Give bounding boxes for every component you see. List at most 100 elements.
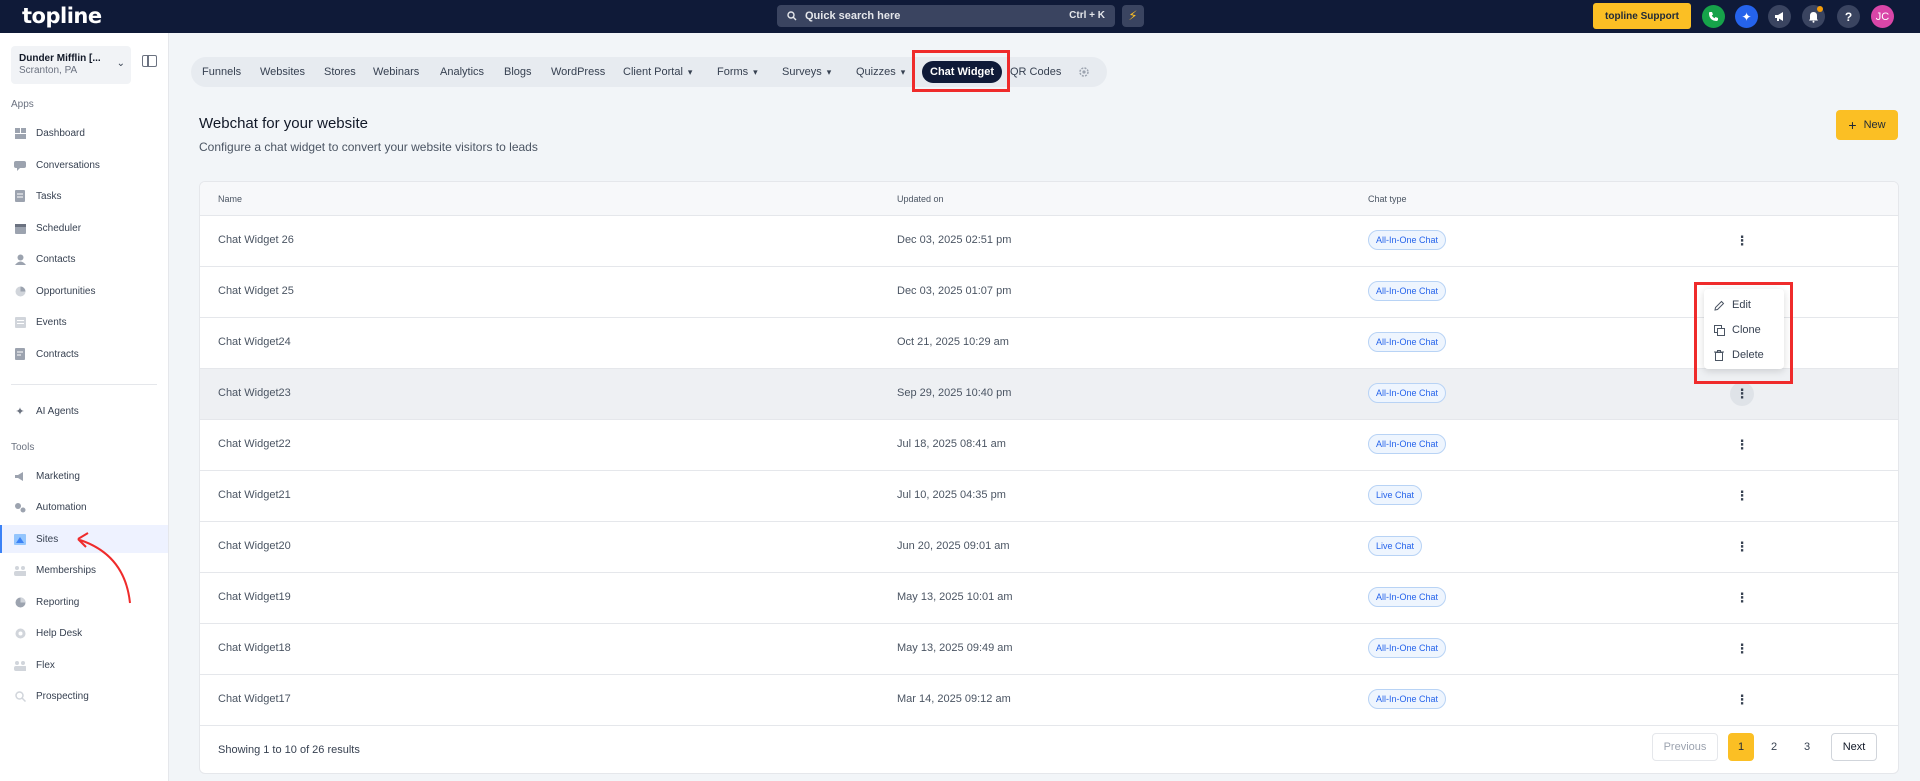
more-options-icon[interactable]: ⋮ (1730, 637, 1754, 661)
tab-client-portal[interactable]: Client Portal ▾ (623, 57, 692, 87)
row-name[interactable]: Chat Widget 25 (218, 285, 294, 297)
page-button-3[interactable]: 3 (1794, 733, 1820, 761)
memberships-icon (14, 564, 26, 576)
row-name[interactable]: Chat Widget23 (218, 387, 291, 399)
sidebar-item-label: Dashboard (36, 127, 85, 139)
table-row[interactable]: Chat Widget21 Jul 10, 2025 04:35 pm Live… (200, 471, 1898, 522)
tab-forms[interactable]: Forms ▾ (717, 57, 758, 87)
sidebar-item-dashboard[interactable]: Dashboard (0, 119, 168, 147)
more-options-icon[interactable]: ⋮ (1730, 535, 1754, 559)
table-row[interactable]: Chat Widget19 May 13, 2025 10:01 am All-… (200, 573, 1898, 624)
tab-quizzes[interactable]: Quizzes ▾ (856, 57, 905, 87)
sidebar-item-prospecting[interactable]: Prospecting (0, 682, 168, 710)
table-row[interactable]: Chat Widget23 Sep 29, 2025 10:40 pm All-… (200, 369, 1898, 420)
lightning-icon[interactable]: ⚡ (1122, 5, 1144, 27)
new-chat-widget-button[interactable]: + New (1836, 110, 1898, 140)
sidebar-item-ai-agents[interactable]: ✦ AI Agents (0, 397, 168, 425)
sidebar-item-label: Events (36, 316, 67, 328)
row-name[interactable]: Chat Widget17 (218, 693, 291, 705)
more-options-icon[interactable]: ⋮ (1730, 433, 1754, 457)
tasks-icon (14, 190, 26, 202)
row-name[interactable]: Chat Widget20 (218, 540, 291, 552)
tab-blogs[interactable]: Blogs (504, 57, 532, 87)
sidebar-item-automation[interactable]: Automation (0, 493, 168, 521)
sidebar-item-sites[interactable]: Sites (0, 525, 168, 553)
sidebar-item-conversations[interactable]: Conversations (0, 151, 168, 179)
sidebar-divider (11, 384, 157, 385)
menu-item-label: Clone (1732, 324, 1761, 336)
tab-surveys[interactable]: Surveys ▾ (782, 57, 831, 87)
tab-stores[interactable]: Stores (324, 57, 356, 87)
opportunities-icon (14, 285, 26, 297)
notification-dot (1817, 6, 1823, 12)
pencil-icon (1714, 300, 1725, 311)
sidebar-item-reporting[interactable]: Reporting (0, 588, 168, 616)
sidebar-item-help-desk[interactable]: Help Desk (0, 619, 168, 647)
apps-section-label: Apps (11, 99, 34, 110)
row-name[interactable]: Chat Widget19 (218, 591, 291, 603)
tab-analytics[interactable]: Analytics (440, 57, 484, 87)
more-options-icon[interactable]: ⋮ (1730, 586, 1754, 610)
chevron-down-icon: ▾ (753, 66, 758, 77)
previous-page-button[interactable]: Previous (1652, 733, 1718, 761)
table-row[interactable]: Chat Widget 26 Dec 03, 2025 02:51 pm All… (200, 216, 1898, 267)
page-subtitle: Configure a chat widget to convert your … (199, 140, 538, 154)
user-avatar[interactable]: JC (1871, 5, 1894, 28)
row-name[interactable]: Chat Widget24 (218, 336, 291, 348)
events-icon (14, 316, 26, 328)
menu-item-clone[interactable]: Clone (1714, 321, 1761, 339)
tab-websites[interactable]: Websites (260, 57, 305, 87)
sidebar-item-memberships[interactable]: Memberships (0, 556, 168, 584)
help-icon[interactable]: ? (1837, 5, 1860, 28)
sidebar-item-scheduler[interactable]: Scheduler (0, 214, 168, 242)
table-row[interactable]: Chat Widget18 May 13, 2025 09:49 am All-… (200, 624, 1898, 675)
gear-icon[interactable] (1078, 57, 1090, 87)
menu-item-label: Delete (1732, 349, 1764, 361)
table-row[interactable]: Chat Widget 25 Dec 03, 2025 01:07 pm All… (200, 267, 1898, 318)
sidebar-item-events[interactable]: Events (0, 308, 168, 336)
sidebar-item-contracts[interactable]: Contracts (0, 340, 168, 368)
tab-funnels[interactable]: Funnels (202, 57, 241, 87)
sidebar-toggle-icon[interactable] (142, 55, 157, 67)
row-name[interactable]: Chat Widget22 (218, 438, 291, 450)
sidebar-item-tasks[interactable]: Tasks (0, 182, 168, 210)
table-row[interactable]: Chat Widget22 Jul 18, 2025 08:41 am All-… (200, 420, 1898, 471)
support-button[interactable]: topline Support (1593, 3, 1691, 29)
sidebar-item-opportunities[interactable]: Opportunities (0, 277, 168, 305)
chevron-down-icon: ▾ (687, 66, 693, 77)
row-updated: May 13, 2025 09:49 am (897, 642, 1013, 654)
megaphone-icon[interactable] (1768, 5, 1791, 28)
column-header-updated[interactable]: Updated on (897, 194, 944, 204)
table-row[interactable]: Chat Widget24 Oct 21, 2025 10:29 am All-… (200, 318, 1898, 369)
table-row[interactable]: Chat Widget17 Mar 14, 2025 09:12 am All-… (200, 675, 1898, 726)
app-logo[interactable]: topline (22, 4, 102, 28)
phone-icon[interactable] (1702, 5, 1725, 28)
sidebar-item-marketing[interactable]: Marketing (0, 462, 168, 490)
more-options-icon[interactable]: ⋮ (1730, 688, 1754, 712)
more-options-icon[interactable]: ⋮ (1730, 229, 1754, 253)
row-name[interactable]: Chat Widget18 (218, 642, 291, 654)
more-options-icon[interactable]: ⋮ (1730, 484, 1754, 508)
menu-item-delete[interactable]: Delete (1714, 346, 1764, 364)
table-row[interactable]: Chat Widget20 Jun 20, 2025 09:01 am Live… (200, 522, 1898, 573)
quick-search-input[interactable]: Quick search here Ctrl + K (777, 5, 1115, 27)
column-header-chat-type[interactable]: Chat type (1368, 194, 1407, 204)
more-options-icon[interactable]: ⋮ (1730, 382, 1754, 406)
account-switcher[interactable]: Dunder Mifflin [... Scranton, PA ⌄ (11, 46, 131, 84)
tab-wordpress[interactable]: WordPress (551, 57, 605, 87)
row-updated: Jun 20, 2025 09:01 am (897, 540, 1010, 552)
tab-qr-codes[interactable]: QR Codes (1010, 57, 1061, 87)
column-header-name[interactable]: Name (218, 194, 242, 204)
row-name[interactable]: Chat Widget 26 (218, 234, 294, 246)
page-button-1[interactable]: 1 (1728, 733, 1754, 761)
sidebar-item-contacts[interactable]: Contacts (0, 245, 168, 273)
row-name[interactable]: Chat Widget21 (218, 489, 291, 501)
tab-chat-widget[interactable]: Chat Widget (922, 61, 1003, 83)
sidebar-item-flex[interactable]: Flex (0, 651, 168, 679)
tab-webinars[interactable]: Webinars (373, 57, 419, 87)
page-button-2[interactable]: 2 (1761, 733, 1787, 761)
ai-sparkle-icon[interactable]: ✦ (1735, 5, 1758, 28)
next-page-button[interactable]: Next (1831, 733, 1877, 761)
menu-item-edit[interactable]: Edit (1714, 296, 1751, 314)
bell-icon[interactable] (1802, 5, 1825, 28)
